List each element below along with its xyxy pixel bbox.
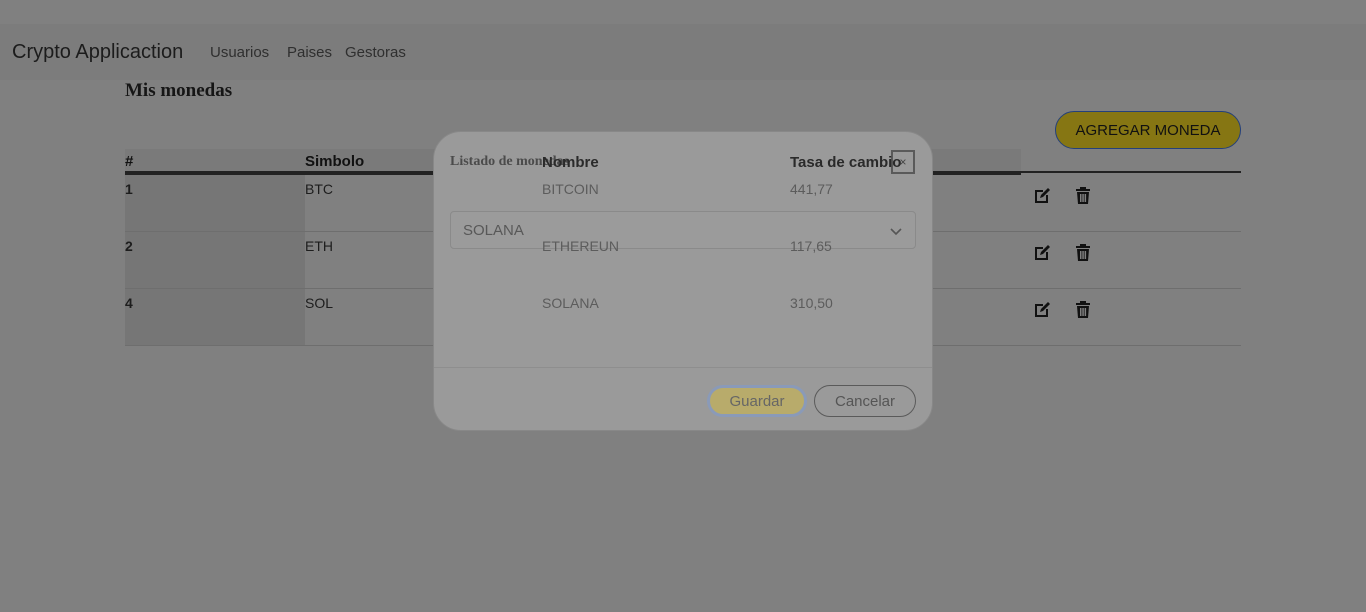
edit-icon[interactable] xyxy=(1031,299,1053,321)
ghost-header-rate: Tasa de cambio xyxy=(790,154,902,171)
ghost-name: BITCOIN xyxy=(542,181,599,197)
ghost-rate: 310,50 xyxy=(790,295,833,311)
row-id: 1 xyxy=(125,181,133,197)
row-shade xyxy=(125,175,305,231)
ghost-header-name: Nombre xyxy=(542,154,599,171)
add-coin-button[interactable]: AGREGAR MONEDA xyxy=(1055,111,1241,149)
row-symbol: ETH xyxy=(305,238,333,254)
row-shade xyxy=(125,232,305,288)
nav-link-usuarios[interactable]: Usuarios xyxy=(210,44,269,61)
row-shade xyxy=(125,289,305,345)
coin-select-value: SOLANA xyxy=(463,222,524,239)
header-symbol: Simbolo xyxy=(305,153,365,170)
coin-select[interactable]: SOLANA xyxy=(450,211,916,249)
trash-icon[interactable] xyxy=(1072,242,1094,264)
trash-icon[interactable] xyxy=(1072,185,1094,207)
trash-icon[interactable] xyxy=(1072,299,1094,321)
cancel-button[interactable]: Cancelar xyxy=(814,385,916,417)
row-symbol: BTC xyxy=(305,181,333,197)
chevron-down-icon xyxy=(889,224,903,243)
ghost-name: SOLANA xyxy=(542,295,599,311)
edit-icon[interactable] xyxy=(1031,242,1053,264)
row-id: 2 xyxy=(125,238,133,254)
navbar: Crypto Applicaction Usuarios Paises Gest… xyxy=(0,24,1366,80)
ghost-rate: 117,65 xyxy=(790,238,832,254)
row-symbol: SOL xyxy=(305,295,334,311)
save-button[interactable]: Guardar xyxy=(707,385,807,417)
dialog-divider xyxy=(434,367,932,368)
row-id: 4 xyxy=(125,295,133,311)
nav-link-gestoras[interactable]: Gestoras xyxy=(345,44,406,61)
brand[interactable]: Crypto Applicaction xyxy=(12,41,183,64)
edit-icon[interactable] xyxy=(1031,185,1053,207)
select-coin-dialog: Listado de monedas × SOLANA Nombre Tasa … xyxy=(433,131,933,431)
header-id: # xyxy=(125,153,134,170)
ghost-rate: 441,77 xyxy=(790,181,833,197)
page-title: Mis monedas xyxy=(125,80,233,101)
ghost-name: ETHEREUN xyxy=(542,238,620,254)
nav-link-paises[interactable]: Paises xyxy=(287,44,332,61)
